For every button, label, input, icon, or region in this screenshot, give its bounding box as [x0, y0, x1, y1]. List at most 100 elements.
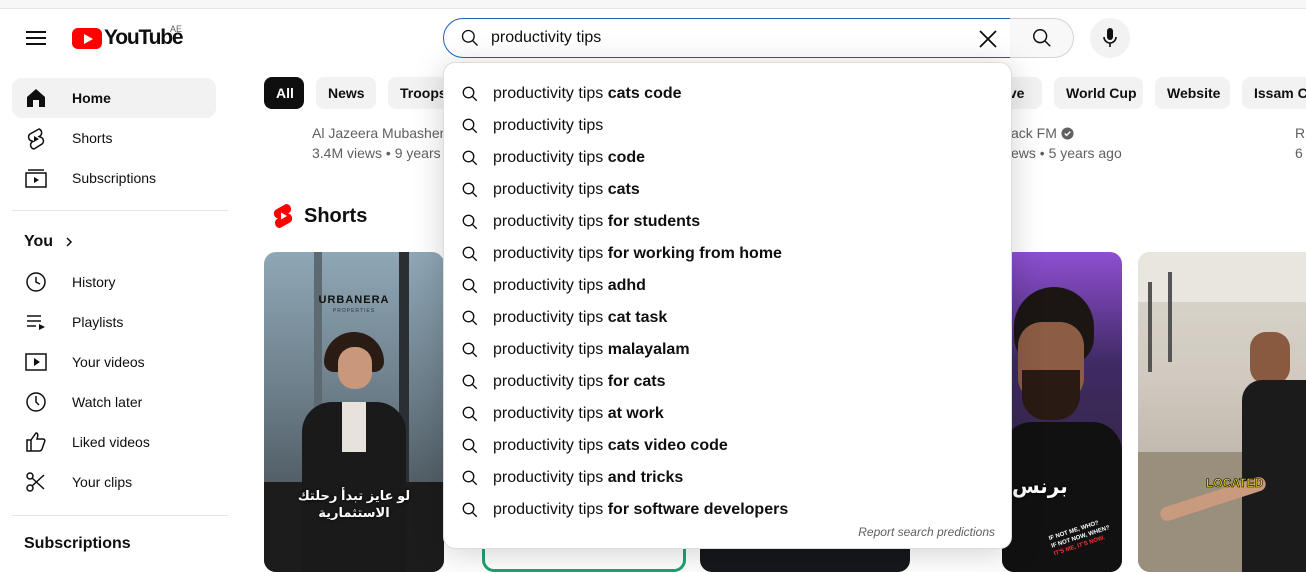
search-suggestion[interactable]: productivity tips cat task	[444, 302, 1013, 334]
chip-all[interactable]: All	[264, 77, 304, 109]
sidebar-item-your-clips[interactable]: Your clips	[12, 462, 216, 502]
sidebar-item-your-videos[interactable]: Your videos	[12, 342, 216, 382]
search-suggestion[interactable]: productivity tips for working from home	[444, 238, 1013, 270]
search-icon	[462, 278, 478, 294]
suggestion-text: productivity tips malayalam	[493, 341, 690, 359]
chip-troops[interactable]: Troops	[388, 77, 448, 109]
sidebar-item-label: Your clips	[72, 474, 133, 490]
your-videos-icon	[25, 353, 47, 371]
short-thumbnail-5[interactable]: LOCATED	[1138, 252, 1306, 572]
verified-icon	[1061, 126, 1074, 140]
suggestion-prefix: productivity tips	[493, 501, 604, 518]
sidebar-item-subscriptions[interactable]: Subscriptions	[12, 158, 216, 198]
you-label: You	[24, 233, 54, 250]
chip-issam[interactable]: Issam Ch	[1242, 77, 1306, 109]
home-icon	[27, 89, 45, 107]
suggestion-completion: and tricks	[603, 469, 684, 486]
youtube-logo[interactable]: YouTube	[72, 26, 184, 50]
chip-website[interactable]: Website	[1155, 77, 1230, 109]
suggestion-text: productivity tips cats code	[493, 85, 682, 103]
search-suggestion[interactable]: productivity tips cats video code	[444, 430, 1013, 462]
video-views-far: 6	[1295, 145, 1303, 161]
short-5-caption: LOCATED	[1206, 476, 1264, 491]
suggestion-prefix: productivity tips	[493, 85, 604, 102]
suggestion-prefix: productivity tips	[493, 405, 604, 422]
sidebar-item-label: Subscriptions	[72, 170, 157, 186]
report-search-predictions-link[interactable]: Report search predictions	[858, 525, 995, 539]
search-box[interactable]	[443, 18, 1011, 58]
search-icon	[462, 502, 478, 518]
suggestion-text: productivity tips for working from home	[493, 245, 782, 263]
sidebar-item-label: Playlists	[72, 314, 124, 330]
clear-search-button[interactable]	[972, 23, 1004, 55]
voice-search-button[interactable]	[1090, 18, 1130, 58]
search-suggestion[interactable]: productivity tips cats code	[444, 78, 1013, 110]
suggestion-text: productivity tips at work	[493, 405, 664, 423]
sidebar-item-playlists[interactable]: Playlists	[12, 302, 216, 342]
search-icon	[461, 29, 478, 46]
suggestion-text: productivity tips and tricks	[493, 469, 683, 487]
sidebar-item-liked-videos[interactable]: Liked videos	[12, 422, 216, 462]
search-icon	[462, 438, 478, 454]
sidebar-subscriptions-header: Subscriptions	[24, 535, 131, 553]
youtube-play-icon	[72, 27, 102, 49]
search-icon	[462, 214, 478, 230]
search-icon	[462, 374, 478, 390]
search-suggestion[interactable]: productivity tips for students	[444, 206, 1013, 238]
search-icon	[462, 86, 478, 102]
search-suggestion[interactable]: productivity tips at work	[444, 398, 1013, 430]
search-suggestion[interactable]: productivity tips code	[444, 142, 1013, 174]
suggestion-completion: for working from home	[603, 245, 782, 262]
sidebar-item-shorts[interactable]: Shorts	[12, 118, 216, 158]
chip-news[interactable]: News	[316, 77, 376, 109]
short-1-caption-line-2: الاستثمارية	[318, 505, 390, 520]
search-input[interactable]	[491, 29, 961, 47]
search-button[interactable]	[1010, 18, 1074, 58]
sidebar-item-label: Home	[72, 90, 111, 106]
suggestion-prefix: productivity tips	[493, 181, 604, 198]
search-suggestion[interactable]: productivity tips cats	[444, 174, 1013, 206]
search-suggestion[interactable]: productivity tips for software developer…	[444, 494, 1013, 526]
search-suggestion[interactable]: productivity tips and tricks	[444, 462, 1013, 494]
close-icon	[979, 30, 997, 48]
sidebar-you-header[interactable]: You	[24, 233, 77, 251]
sidebar-item-watch-later[interactable]: Watch later	[12, 382, 216, 422]
suggestion-completion: at work	[603, 405, 664, 422]
video-channel-name-right[interactable]: ack FM	[1011, 125, 1081, 141]
short-thumbnail-1[interactable]: URBANERA PROPERTIES لو عايز تبدأ رحلتك ا…	[264, 252, 444, 572]
suggestion-completion: adhd	[603, 277, 646, 294]
liked-icon	[26, 432, 46, 452]
short-thumbnail-4[interactable]: برنس IF NOT ME, WHO? IF NOT NOW, WHEN? I…	[1002, 252, 1122, 572]
suggestion-completion: for software developers	[603, 501, 789, 518]
subscriptions-label: Subscriptions	[24, 535, 131, 552]
suggestion-text: productivity tips cats video code	[493, 437, 728, 455]
sidebar-item-label: Watch later	[72, 394, 143, 410]
menu-button[interactable]	[18, 22, 54, 54]
search-icon	[462, 342, 478, 358]
chip-world-cup[interactable]: World Cup	[1054, 77, 1143, 109]
short-4-caption: برنس	[1012, 476, 1068, 498]
history-icon	[26, 272, 46, 292]
search-suggestion[interactable]: productivity tips for cats	[444, 366, 1013, 398]
sidebar-item-home[interactable]: Home	[12, 78, 216, 118]
suggestion-text: productivity tips code	[493, 149, 645, 167]
sidebar-item-history[interactable]: History	[12, 262, 216, 302]
video-channel-far[interactable]: R	[1295, 125, 1306, 141]
suggestion-prefix: productivity tips	[493, 149, 604, 166]
shorts-icon	[27, 128, 45, 150]
suggestion-prefix: productivity tips	[493, 309, 604, 326]
search-suggestion[interactable]: productivity tips adhd	[444, 270, 1013, 302]
suggestion-completion: malayalam	[603, 341, 690, 358]
search-suggestion[interactable]: productivity tips	[444, 110, 1013, 142]
sidebar-item-label: Liked videos	[72, 434, 150, 450]
shorts-title: Shorts	[304, 204, 368, 227]
suggestion-prefix: productivity tips	[493, 245, 604, 262]
video-views: 3.4M views • 9 years	[312, 145, 441, 161]
hamburger-icon	[26, 31, 46, 45]
video-channel-name[interactable]: Al Jazeera Mubasher	[312, 125, 447, 141]
suggestion-prefix: productivity tips	[493, 341, 604, 358]
suggestion-completion: cat task	[603, 309, 668, 326]
search-suggestion[interactable]: productivity tips malayalam	[444, 334, 1013, 366]
watch-later-icon	[26, 392, 46, 412]
search-icon	[462, 150, 478, 166]
